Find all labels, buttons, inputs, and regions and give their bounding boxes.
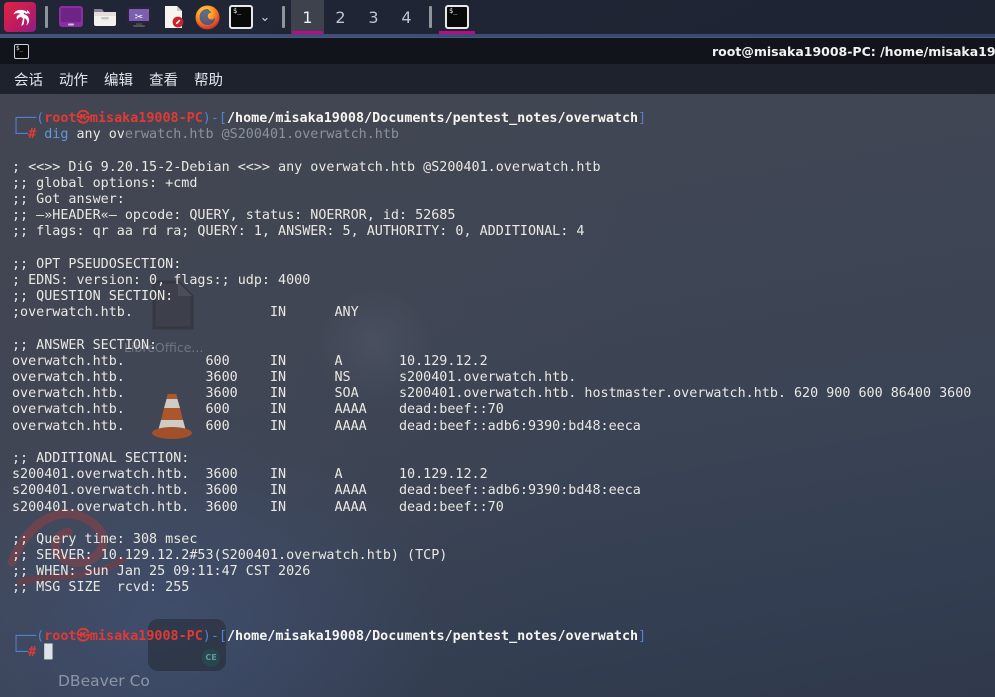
terminal-line: overwatch.htb. 600 IN AAAA dead:beef::ad… [12,418,641,434]
terminal-line: ;; —»HEADER«— opcode: QUERY, status: NOE… [12,208,456,224]
terminal-line: ;; global options: +cmd [12,175,198,191]
window-titlebar[interactable]: $_ root@misaka19008-PC: /home/misaka1900… [0,38,995,64]
terminal-line: overwatch.htb. 3600 IN NS s200401.overwa… [12,370,577,385]
terminal-icon [59,6,83,27]
firefox-icon [195,5,219,29]
workspace-1[interactable]: 1 [291,0,324,34]
menu-help[interactable]: 帮助 [194,67,223,92]
terminal-line: s200401.overwatch.htb. 3600 IN A 10.129.… [12,467,488,483]
workspace-2[interactable]: 2 [324,0,357,34]
menu-edit[interactable]: 编辑 [104,67,133,92]
terminal-line: ;overwatch.htb. IN ANY [12,305,359,321]
dbeaver-label-ghost: DBeaver Co [58,672,150,690]
terminal-line: ; <<>> DiG 9.20.15-2-Debian <<>> any ove… [12,159,601,175]
terminal-line: ┌──(root㉿misaka19008-PC)-[/home/misaka19… [12,629,647,644]
terminal-line: ;; QUESTION SECTION: [12,289,174,305]
terminal-line: ;; WHEN: Sun Jan 25 09:11:47 CST 2026 [12,564,311,580]
terminal-icon: $_ [14,44,29,59]
launcher-dropdown-terminal[interactable]: $_ [226,2,256,32]
terminal-viewport[interactable]: LibreOffice... CE DBeaver Co ┌──(root㉿mi… [0,94,995,697]
menu-view[interactable]: 查看 [149,67,178,92]
screenshot-icon: ✂ [127,7,151,27]
launcher-firefox[interactable] [192,2,222,32]
terminal-line: ;; ADDITIONAL SECTION: [12,450,190,466]
workspace-3[interactable]: 3 [357,0,390,34]
dropdown-terminal-icon: $_ [229,5,253,29]
taskbar-separator [45,6,48,28]
workspace-switcher: 1 2 3 4 [291,0,423,34]
terminal-line: overwatch.htb. 600 IN AAAA dead:beef::70 [12,402,504,418]
menu-session[interactable]: 会话 [14,67,43,92]
svg-text:✂: ✂ [135,12,143,23]
terminal-line: s200401.overwatch.htb. 3600 IN AAAA dead… [12,483,641,499]
terminal-line: ; EDNS: version: 0, flags:; udp: 4000 [12,272,311,288]
launcher-terminal[interactable] [56,2,86,32]
terminal-line: ;; Query time: 308 msec [12,531,198,547]
terminal-output: ┌──(root㉿misaka19008-PC)-[/home/misaka19… [12,111,971,661]
window-title: root@misaka19008-PC: /home/misaka19008/D… [712,44,995,59]
terminal-window-icon: $_ [445,5,469,29]
taskbar-window-button[interactable]: $_ [438,0,476,34]
terminal-line: ;; OPT PSEUDOSECTION: [12,256,182,272]
terminal-line: ;; MSG SIZE rcvd: 255 [12,580,190,596]
launcher-text-editor[interactable] [158,2,188,32]
launcher-screenshot-tool[interactable]: ✂ [124,2,154,32]
qterminal-window: $_ root@misaka19008-PC: /home/misaka1900… [0,37,995,697]
terminal-line: └─# dig any overwatch.htb @S200401.overw… [12,127,399,143]
terminal-line: s200401.overwatch.htb. 3600 IN AAAA dead… [12,499,504,515]
kali-menu-button[interactable] [4,2,36,32]
text-editor-icon [165,6,184,28]
terminal-line: ;; Got answer: [12,191,125,207]
terminal-line: └─# █ [12,645,53,661]
window-menubar: 会话 动作 编辑 查看 帮助 [0,64,995,94]
terminal-line: overwatch.htb. 600 IN A 10.129.12.2 [12,353,488,369]
terminal-line: ┌──(root㉿misaka19008-PC)-[/home/misaka19… [12,111,647,126]
terminal-line: overwatch.htb. 3600 IN SOA s200401.overw… [12,386,972,402]
taskbar-separator [282,6,285,28]
kali-dragon-icon [13,9,30,27]
workspace-4[interactable]: 4 [390,0,423,34]
terminal-line: ;; SERVER: 10.129.12.2#53(S200401.overwa… [12,548,448,564]
taskbar: ✂ $_ ⌄ 1 2 3 4 $_ [0,0,995,34]
taskbar-separator [429,6,432,28]
terminal-line: ;; ANSWER SECTION: [12,337,158,353]
menu-actions[interactable]: 动作 [59,67,88,92]
launcher-file-manager[interactable] [90,2,120,32]
chevron-down-icon[interactable]: ⌄ [258,10,272,25]
terminal-line: ;; flags: qr aa rd ra; QUERY: 1, ANSWER:… [12,224,585,240]
folder-icon [94,9,116,26]
